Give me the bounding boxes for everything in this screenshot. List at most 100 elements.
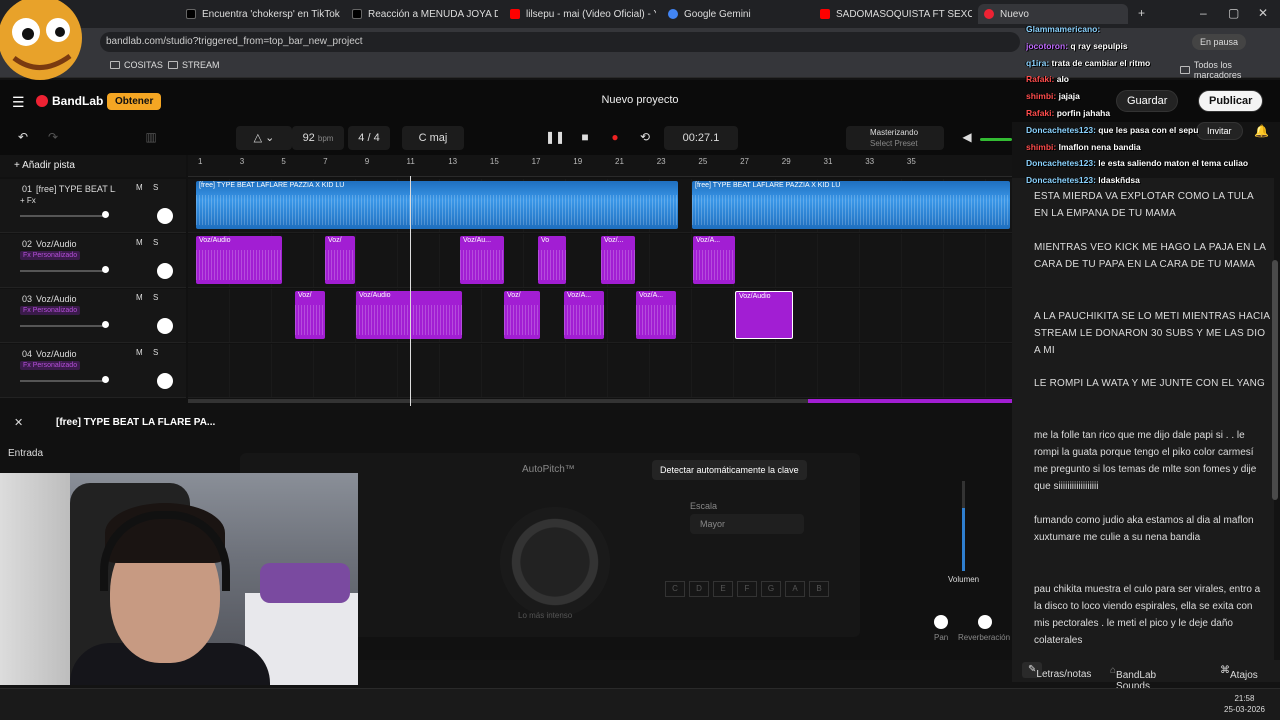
key-button[interactable]: A [785, 581, 805, 597]
horizontal-scrollbar[interactable] [188, 399, 1012, 403]
lyrics-panel[interactable]: ESTA MIERDA VA EXPLOTAR COMO LA TULA EN … [1012, 178, 1274, 660]
loop-icon[interactable]: ⟲ [636, 128, 654, 146]
selected-vocal-clip[interactable]: Voz/Audio [735, 291, 793, 339]
record-icon[interactable]: ● [606, 128, 624, 146]
vocal-clip[interactable]: Voz/ [325, 236, 355, 284]
key-button[interactable]: D [689, 581, 709, 597]
key-button[interactable]: G [761, 581, 781, 597]
browser-tab[interactable]: lilsepu - mai (Video Oficial) - Yo [504, 4, 656, 24]
track-volume-slider[interactable] [20, 270, 106, 272]
solo-button[interactable]: S [153, 293, 158, 302]
redo-icon[interactable]: ↷ [44, 128, 62, 146]
fx-button[interactable]: + Fx [20, 196, 36, 205]
save-button[interactable]: Guardar [1116, 90, 1179, 112]
vocal-clip[interactable]: Voz/ [504, 291, 540, 339]
browser-tab[interactable]: SADOMASOQUISTA FT SEXO // [814, 4, 972, 24]
browser-tab[interactable]: Reacción a MENUDA JOYA DYS [346, 4, 498, 24]
pan-knob[interactable] [934, 615, 948, 629]
browser-tab[interactable]: Google Gemini [662, 4, 808, 24]
track-volume-slider[interactable] [20, 380, 106, 382]
tempo-field[interactable]: 92 bpm [292, 126, 344, 150]
vocal-clip[interactable]: Vo [538, 236, 566, 284]
fx-preset-badge[interactable]: Fx Personalizado [20, 306, 81, 315]
key-button[interactable]: C [665, 581, 685, 597]
notification-icon[interactable]: 🔔 [1254, 124, 1269, 138]
fx-preset-badge[interactable]: Fx Personalizado [20, 361, 81, 370]
track-lane-01[interactable]: [free] TYPE BEAT LAFLARE PAZZIA X KID LU… [188, 179, 1012, 233]
timeline-ruler[interactable]: 1 3 5 7 9 11 13 15 17 19 21 23 25 27 29 31 33 35 [188, 155, 1012, 177]
undo-icon[interactable]: ↶ [14, 128, 32, 146]
pause-icon[interactable]: ❚❚ [545, 128, 565, 146]
key-button[interactable]: B [809, 581, 829, 597]
volume-knob[interactable] [102, 376, 109, 383]
vocal-clip[interactable]: Voz/Au... [460, 236, 504, 284]
browser-tab-active[interactable]: Nuevo [978, 4, 1128, 24]
volume-knob[interactable] [102, 266, 109, 273]
beat-clip[interactable]: [free] TYPE BEAT LAFLARE PAZZIA X KID LU [692, 181, 1010, 229]
mute-button[interactable]: M [136, 348, 143, 357]
vocal-clip[interactable]: Voz/... [601, 236, 635, 284]
vocal-clip[interactable]: Voz/Audio [356, 291, 462, 339]
close-panel-icon[interactable]: ✕ [14, 416, 23, 429]
beat-clip[interactable]: [free] TYPE BEAT LAFLARE PAZZIA X KID LU [196, 181, 678, 229]
track-header-01[interactable]: 01 [free] TYPE BEAT L... + Fx M S [0, 179, 186, 233]
project-title[interactable]: Nuevo proyecto [560, 94, 720, 106]
track-volume-slider[interactable] [20, 215, 106, 217]
solo-button[interactable]: S [153, 238, 158, 247]
track-header-02[interactable]: 02 Voz/Audio Fx Personalizado M S [0, 234, 186, 288]
track-lane-04[interactable] [188, 344, 1012, 398]
detect-key-button[interactable]: Detectar automáticamente la clave [652, 460, 807, 480]
minimize-icon[interactable]: – [1200, 6, 1207, 20]
track-volume-slider[interactable] [20, 325, 106, 327]
clock[interactable]: 21:58 25-03-2026 [1224, 693, 1265, 715]
mute-button[interactable]: M [136, 293, 143, 302]
bandlab-logo[interactable]: BandLab [36, 94, 103, 108]
scroll-thumb[interactable] [808, 399, 1012, 403]
solo-button[interactable]: S [153, 348, 158, 357]
scale-dropdown[interactable]: Mayor [690, 514, 804, 534]
invite-button[interactable]: Invitar [1196, 122, 1243, 140]
reverb-knob[interactable] [978, 615, 992, 629]
key-selector[interactable]: C maj [402, 126, 464, 150]
sounds-tab[interactable]: ⌂ BandLab Sounds [1110, 665, 1156, 692]
lyric-block[interactable]: fumando como judio aka estamos al dia al… [1034, 512, 1270, 546]
new-tab-icon[interactable]: + [1138, 6, 1145, 20]
track-header-03[interactable]: 03 Voz/Audio Fx Personalizado M S [0, 289, 186, 343]
lyric-block[interactable]: ESTA MIERDA VA EXPLOTAR COMO LA TULA EN … [1034, 188, 1270, 222]
playhead[interactable] [410, 176, 411, 406]
time-signature[interactable]: 4 / 4 [348, 126, 390, 150]
lyric-block[interactable]: pau chikita muestra el culo para ser vir… [1034, 581, 1270, 649]
lyrics-scrollbar[interactable] [1272, 260, 1278, 500]
bookmark-folder[interactable]: COSITAS [110, 60, 163, 70]
pitch-intensity-dial[interactable] [500, 507, 610, 617]
close-window-icon[interactable]: ✕ [1258, 6, 1268, 20]
browser-tab[interactable]: Encuentra 'chokersp' en TikTok [180, 4, 340, 24]
fx-preset-badge[interactable]: Fx Personalizado [20, 251, 81, 260]
lyric-block[interactable]: me la folle tan rico que me dijo dale pa… [1034, 427, 1270, 495]
solo-button[interactable]: S [153, 183, 158, 192]
add-track-button[interactable]: + Añadir pista [14, 160, 75, 171]
shortcuts-tab[interactable]: ⌘ Atajos [1220, 665, 1258, 681]
volume-knob[interactable] [102, 321, 109, 328]
pan-knob[interactable] [157, 373, 173, 389]
metronome-button[interactable]: △ ⌄ [236, 126, 292, 150]
url-field[interactable]: bandlab.com/studio?triggered_from=top_ba… [100, 32, 1020, 52]
volume-knob[interactable] [102, 211, 109, 218]
vocal-clip[interactable]: Voz/A... [693, 236, 735, 284]
master-volume-icon[interactable]: ◀ [958, 128, 976, 146]
vocal-clip[interactable]: Voz/ [295, 291, 325, 339]
key-button[interactable]: F [737, 581, 757, 597]
track-lane-02[interactable]: Voz/Audio Voz/ Voz/Au... Vo Voz/... Voz/… [188, 234, 1012, 288]
mute-button[interactable]: M [136, 183, 143, 192]
vocal-clip[interactable]: Voz/Audio [196, 236, 282, 284]
maximize-icon[interactable]: ▢ [1228, 6, 1239, 20]
lyric-block[interactable]: LE ROMPI LA WATA Y ME JUNTE CON EL YANG [1034, 375, 1270, 392]
get-membership-button[interactable]: Obtener [107, 93, 162, 110]
menu-icon[interactable]: ☰ [12, 94, 25, 111]
lyric-block[interactable]: MIENTRAS VEO KICK ME HAGO LA PAJA EN LA … [1034, 239, 1270, 273]
pan-knob[interactable] [157, 263, 173, 279]
bookmark-folder[interactable]: STREAM [168, 60, 220, 70]
pan-knob[interactable] [157, 208, 173, 224]
pan-knob[interactable] [157, 318, 173, 334]
all-bookmarks[interactable]: Todos los marcadores [1180, 60, 1280, 80]
